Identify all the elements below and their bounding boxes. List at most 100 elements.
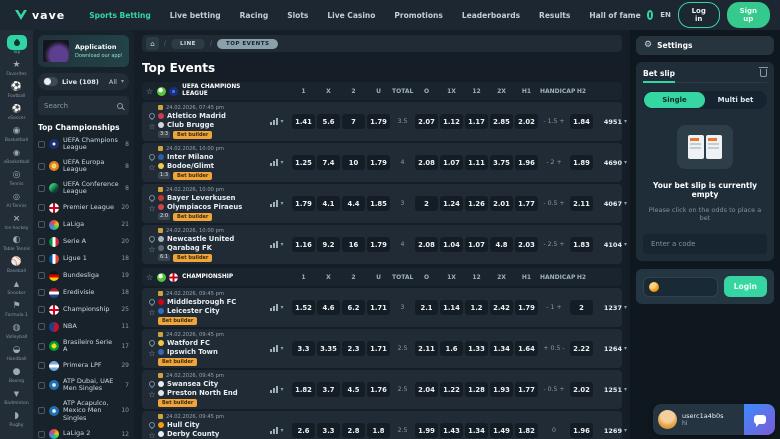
championship-item[interactable]: UEFA Conference League 8 — [38, 180, 129, 196]
chat-widget[interactable]: userc1a4b0s hi — [653, 404, 775, 435]
home-team-name[interactable]: Inter Milano — [167, 153, 213, 161]
odd-2[interactable]: 4.5 — [342, 382, 365, 397]
odd-2[interactable]: 16 — [342, 237, 365, 252]
odd-h2[interactable]: 1.89 — [570, 155, 593, 170]
login-button[interactable]: Log in — [677, 2, 720, 28]
championship-item[interactable]: Championship 25 — [38, 304, 129, 315]
favorite-star-icon[interactable]: ☆ — [146, 273, 153, 282]
odd-h2[interactable]: 1.96 — [570, 423, 593, 438]
markets-count[interactable]: 1269 ▾ — [595, 427, 627, 435]
favorite-star-icon[interactable]: ☆ — [148, 122, 155, 131]
odd-12[interactable]: 1.07 — [465, 237, 488, 252]
bet-builder-badge[interactable]: Bet builder — [173, 171, 213, 180]
championship-item[interactable]: Brasileiro Serie A 17 — [38, 338, 129, 354]
sport-rail-item[interactable]: Badminton — [0, 388, 33, 407]
odd-1[interactable]: 1.41 — [292, 114, 315, 129]
nav-item[interactable]: Hall of fame — [589, 11, 640, 20]
odd-12[interactable]: 1.34 — [465, 423, 488, 438]
pin-icon[interactable] — [147, 111, 157, 120]
championship-item[interactable]: UEFA Champions League 8 — [38, 136, 129, 152]
odd-2[interactable]: 6.2 — [342, 300, 365, 315]
nav-item[interactable]: Leaderboards — [462, 11, 520, 20]
championship-item[interactable]: Serie A 20 — [38, 236, 129, 247]
odd-2[interactable]: 7 — [342, 114, 365, 129]
odd-over[interactable]: 2.07 — [415, 114, 438, 129]
nav-item[interactable]: Slots — [287, 11, 308, 20]
sport-rail-item[interactable]: vSoccer — [0, 103, 33, 122]
odd-x[interactable]: 3.35 — [317, 341, 340, 356]
away-team-name[interactable]: Bodoe/Glimt — [167, 162, 214, 170]
odd-under[interactable]: 1.8 — [367, 423, 390, 438]
odd-h2[interactable]: 2.22 — [570, 341, 593, 356]
sport-rail-item[interactable]: Favorites — [0, 59, 33, 78]
breadcrumb-line[interactable]: LINE — [171, 38, 205, 49]
markets-count[interactable]: 1264 ▾ — [595, 345, 627, 353]
pin-icon[interactable] — [147, 193, 157, 202]
favorite-star-icon[interactable]: ☆ — [146, 87, 153, 96]
search-input[interactable]: Search — [38, 96, 129, 115]
odd-2[interactable]: 2.8 — [342, 423, 365, 438]
championship-item[interactable]: LaLiga 2 12 — [38, 429, 129, 439]
sport-rail-item[interactable]: Ice hockey — [0, 213, 33, 232]
odd-12[interactable]: 1.17 — [465, 114, 488, 129]
odd-h1[interactable]: 1.77 — [515, 196, 538, 211]
home-team-name[interactable]: Swansea City — [167, 380, 218, 388]
odd-h2[interactable]: 2 — [570, 300, 593, 315]
away-team-name[interactable]: Derby County — [167, 430, 219, 438]
checkbox[interactable] — [38, 140, 45, 148]
odd-under[interactable]: 1.71 — [367, 341, 390, 356]
favorite-star-icon[interactable]: ☆ — [148, 308, 155, 317]
betslip-login-button[interactable]: Login — [723, 276, 767, 297]
odd-12[interactable]: 1.11 — [465, 155, 488, 170]
sport-rail-item[interactable]: Rugby — [0, 410, 33, 429]
nav-item[interactable]: Promotions — [394, 11, 442, 20]
odd-over[interactable]: 2.04 — [415, 382, 438, 397]
odd-h2[interactable]: 2.02 — [570, 382, 593, 397]
stats-icon[interactable]: ▾ — [266, 304, 288, 311]
home-team-name[interactable]: Bayer Leverkusen — [167, 194, 236, 202]
odd-over[interactable]: 2 — [415, 196, 438, 211]
championship-item[interactable]: Premier League 20 — [38, 202, 129, 213]
markets-count[interactable]: 4104 ▾ — [595, 241, 627, 249]
odd-h1[interactable]: 2.02 — [515, 114, 538, 129]
sport-rail-item[interactable]: Handball — [0, 344, 33, 363]
language-label[interactable]: EN — [660, 11, 671, 19]
away-team-name[interactable]: Qarabag FK — [167, 244, 212, 252]
odd-12[interactable]: 1.33 — [465, 341, 488, 356]
league-name[interactable]: CHAMPIONSHIP — [182, 274, 254, 281]
odd-1[interactable]: 2.6 — [292, 423, 315, 438]
odd-over[interactable]: 2.08 — [415, 155, 438, 170]
odd-2x[interactable]: 1.49 — [490, 423, 513, 438]
favorite-star-icon[interactable]: ☆ — [148, 204, 155, 213]
odd-x[interactable]: 3.7 — [317, 382, 340, 397]
odd-x[interactable]: 9.2 — [317, 237, 340, 252]
odd-over[interactable]: 2.08 — [415, 237, 438, 252]
home-team-name[interactable]: Atletico Madrid — [167, 112, 226, 120]
odd-1[interactable]: 1.25 — [292, 155, 315, 170]
chat-button[interactable] — [744, 404, 775, 435]
away-team-name[interactable]: Olympiacos Piraeus — [167, 203, 242, 211]
home-icon[interactable]: ⌂ — [146, 37, 159, 50]
tab-single[interactable]: Single — [644, 92, 705, 108]
stats-icon[interactable]: ▾ — [266, 118, 288, 125]
odd-under[interactable]: 1.79 — [367, 114, 390, 129]
odd-under[interactable]: 1.79 — [367, 237, 390, 252]
pin-icon[interactable] — [147, 420, 157, 429]
odd-1[interactable]: 1.16 — [292, 237, 315, 252]
sport-rail-item[interactable]: Volleyball — [0, 322, 33, 341]
sport-rail-item[interactable]: AI Tennis — [0, 191, 33, 210]
pin-icon[interactable] — [147, 152, 157, 161]
checkbox[interactable] — [38, 162, 45, 170]
away-team-name[interactable]: Leicester City — [167, 307, 220, 315]
odd-2x[interactable]: 4.8 — [490, 237, 513, 252]
stats-icon[interactable]: ▾ — [266, 200, 288, 207]
nav-item[interactable]: Live Casino — [327, 11, 375, 20]
away-team-name[interactable]: Club Brugge — [167, 121, 214, 129]
odd-1x[interactable]: 1.07 — [440, 155, 463, 170]
checkbox[interactable] — [38, 323, 45, 331]
checkbox[interactable] — [38, 407, 45, 415]
bet-builder-badge[interactable]: Bet builder — [158, 357, 198, 366]
checkbox[interactable] — [38, 238, 45, 246]
checkbox[interactable] — [38, 289, 45, 297]
checkbox[interactable] — [38, 381, 45, 389]
